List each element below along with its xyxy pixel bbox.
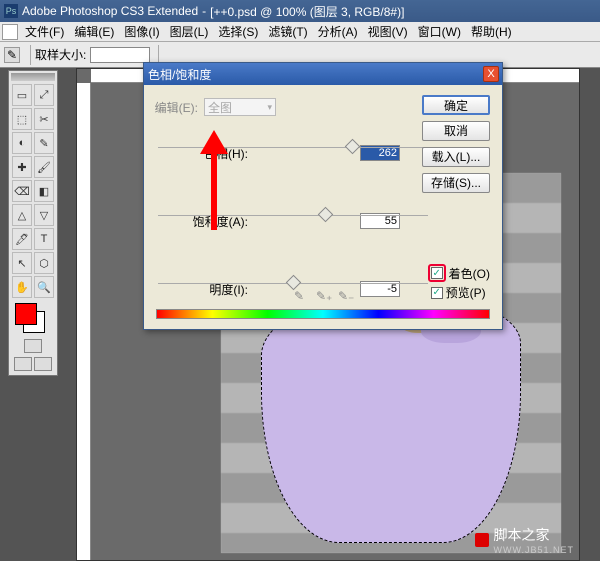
tool-zoom[interactable]: 🔍 [34,276,54,298]
tool-heal[interactable]: ✚ [12,156,32,178]
dialog-title-text: 色相/饱和度 [148,66,211,83]
annotation-highlight-ring: ✓ [428,264,446,282]
hue-spectrum-bar [156,309,490,319]
menu-help[interactable]: 帮助(H) [467,21,516,42]
app-title: Adobe Photoshop CS3 Extended [22,4,198,18]
colorize-checkbox[interactable]: ✓ [431,267,443,279]
menu-edit[interactable]: 编辑(E) [70,21,118,42]
menu-window[interactable]: 窗口(W) [414,21,465,42]
tool-pen[interactable]: 🖊 [12,228,32,250]
tool-marquee[interactable]: ▭ [12,84,32,106]
tool-crop[interactable]: ✂ [34,108,54,130]
hue-slider[interactable] [158,145,428,151]
screenmode-full[interactable] [34,357,52,371]
save-button[interactable]: 存储(S)... [422,173,490,193]
dialog-titlebar[interactable]: 色相/饱和度 X [144,63,502,85]
quickmask-toggle[interactable] [24,339,42,353]
ok-button[interactable]: 确定 [422,95,490,115]
tool-burn[interactable]: ▽ [34,204,54,226]
selection-marquee [261,293,521,543]
toolbox-grip[interactable] [11,73,55,81]
menu-layer[interactable]: 图层(L) [166,21,213,42]
lig-slider[interactable] [158,281,428,287]
tool-type[interactable]: T [34,228,54,250]
cancel-button[interactable]: 取消 [422,121,490,141]
sat-slider[interactable] [158,213,428,219]
tool-gradient[interactable]: ◧ [34,180,54,202]
watermark-logo-icon [475,533,489,547]
menu-analysis[interactable]: 分析(A) [314,21,362,42]
screen-modes [11,337,55,355]
screenmode-std[interactable] [14,357,32,371]
tool-lasso[interactable]: ⬚ [12,108,32,130]
load-button[interactable]: 载入(L)... [422,147,490,167]
menu-file[interactable]: 文件(F) [21,21,68,42]
annotation-arrow [200,130,228,230]
tool-dodge[interactable]: △ [12,204,32,226]
colorize-label: 着色(O) [449,265,490,282]
preview-label: 预览(P) [446,284,486,301]
tool-eyedrop[interactable]: ◐ [12,132,32,154]
sample-size-field[interactable] [90,47,150,63]
menu-image[interactable]: 图像(I) [120,21,163,42]
edit-label: 编辑(E): [154,99,198,116]
watermark-brand: 脚本之家 [493,527,549,543]
tool-path[interactable]: ↖ [12,252,32,274]
menubar: 文件(F) 编辑(E) 图像(I) 图层(L) 选择(S) 滤镜(T) 分析(A… [0,22,600,42]
app-logo-icon: Ps [4,4,18,18]
doc-title: [++0.psd @ 100% (图层 3, RGB/8#)] [210,3,404,20]
menu-select[interactable]: 选择(S) [214,21,262,42]
preview-checkbox[interactable]: ✓ [431,287,443,299]
app-icon [2,24,18,40]
active-tool-icon[interactable]: ✎ [4,47,20,63]
photo-shirt-selection [261,293,521,543]
eyedropper-icon[interactable]: ✎ [294,289,306,301]
eyedropper-sub-icon[interactable]: ✎₋ [338,289,350,301]
app-titlebar: Ps Adobe Photoshop CS3 Extended - [++0.p… [0,0,600,22]
tool-shape[interactable]: ⬡ [34,252,54,274]
eyedropper-group: ✎ ✎₊ ✎₋ [294,289,350,301]
color-swatches [13,303,53,333]
dialog-close-button[interactable]: X [483,66,499,82]
edit-select[interactable]: 全图 [204,98,276,116]
eyedropper-add-icon[interactable]: ✎₊ [316,289,328,301]
tool-move[interactable]: ⤢ [34,84,54,106]
watermark: 脚本之家 WWW.JB51.NET [475,525,574,555]
sample-size-label: 取样大小: [35,46,86,63]
menu-view[interactable]: 视图(V) [364,21,412,42]
watermark-url: WWW.JB51.NET [493,545,574,555]
tool-hand[interactable]: ✋ [12,276,32,298]
tool-erase[interactable]: ⌫ [12,180,32,202]
hue-saturation-dialog: 色相/饱和度 X 编辑(E): 全图 色相(H): 饱和度(A): 明度(I):… [143,62,503,330]
toolbox: ▭⤢ ⬚✂ ◐✎ ✚🖌 ⌫◧ △▽ 🖊T ↖⬡ ✋🔍 [8,70,58,376]
tool-stamp[interactable]: 🖌 [34,156,54,178]
tool-brush[interactable]: ✎ [34,132,54,154]
foreground-color-swatch[interactable] [15,303,37,325]
menu-filter[interactable]: 滤镜(T) [264,21,311,42]
colorize-check-row: ✓ 着色(O) [428,264,490,282]
ruler-vertical[interactable] [77,83,91,560]
